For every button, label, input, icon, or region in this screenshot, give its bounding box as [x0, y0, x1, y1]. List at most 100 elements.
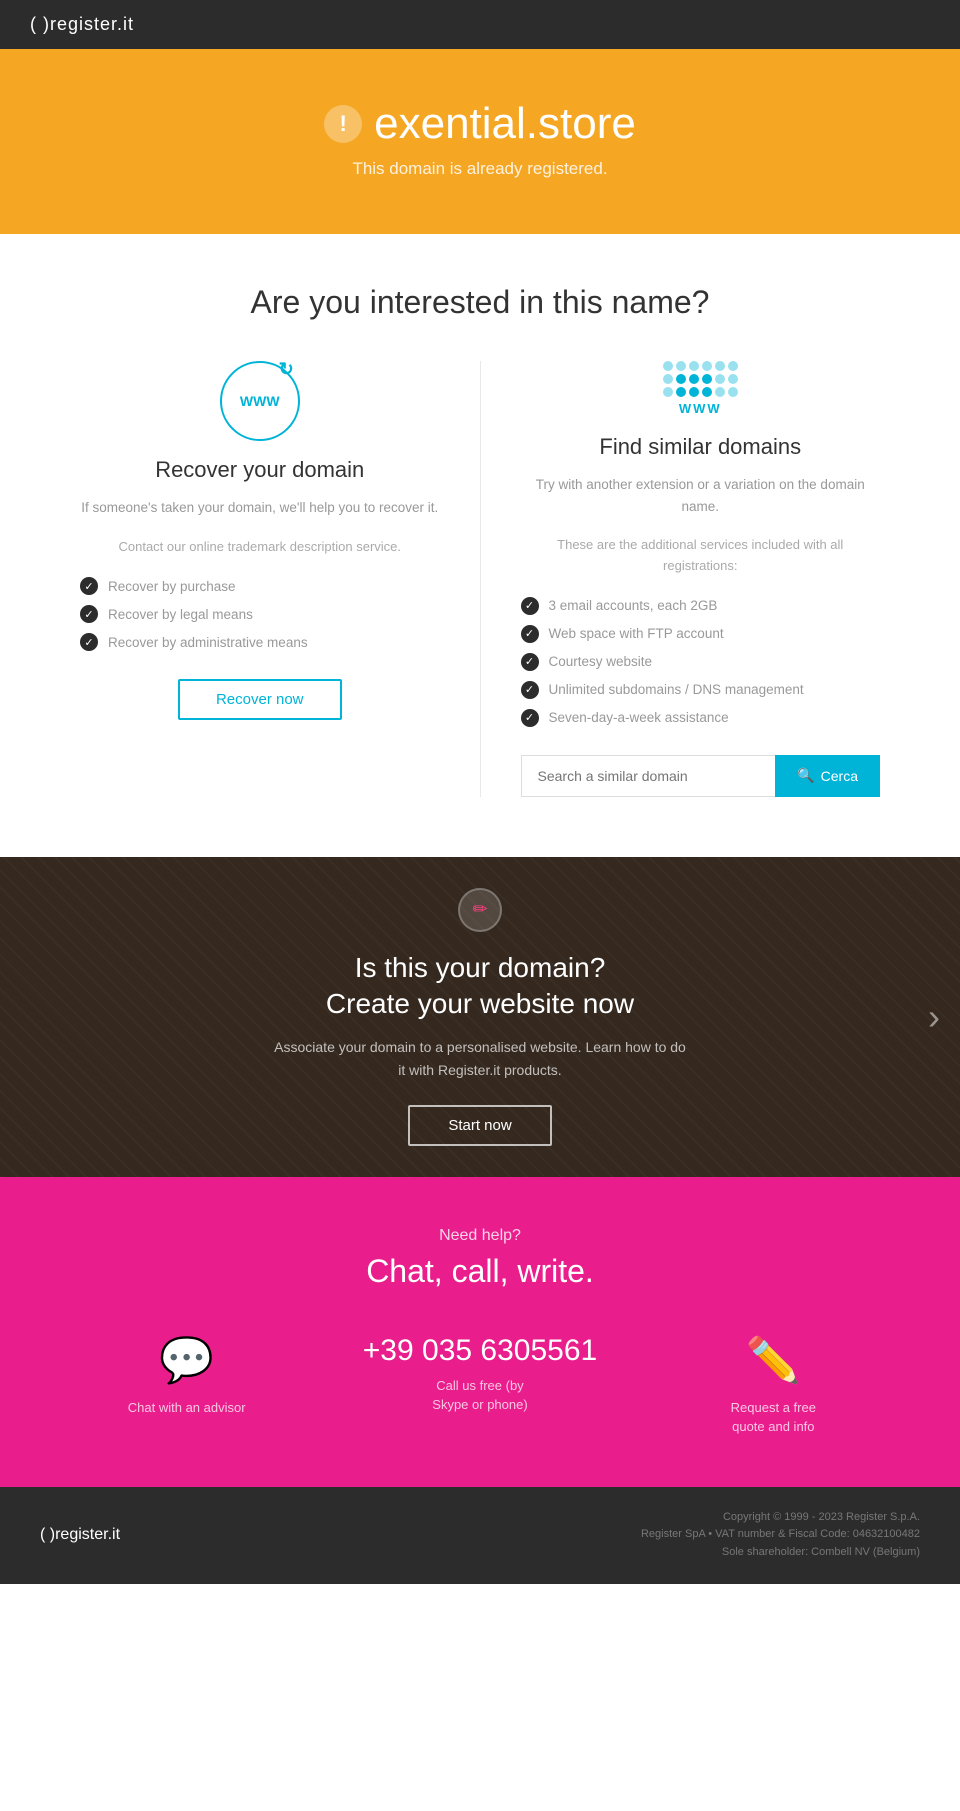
similar-item-3: Courtesy website — [549, 654, 653, 669]
footer-copy1: Copyright © 1999 - 2023 Register S.p.A. — [641, 1509, 920, 1527]
dot — [728, 387, 738, 397]
check-icon: ✓ — [80, 633, 98, 651]
help-title: Chat, call, write. — [40, 1253, 920, 1290]
dot — [728, 361, 738, 371]
list-item: ✓ Seven-day-a-week assistance — [521, 709, 881, 727]
recover-icon-area: WWW — [80, 361, 440, 441]
similar-icon-area: WWW — [521, 361, 881, 418]
similar-item-2: Web space with FTP account — [549, 626, 724, 641]
help-columns: 💬 Chat with an advisor +39 035 6305561 C… — [40, 1334, 920, 1437]
recover-title: Recover your domain — [80, 457, 440, 483]
grid-dots — [663, 361, 738, 397]
similar-desc2: These are the additional services includ… — [521, 535, 881, 577]
check-icon: ✓ — [521, 709, 539, 727]
dot — [689, 387, 699, 397]
dark-title: Is this your domain? Create your website… — [270, 950, 690, 1023]
list-item: ✓ Recover by purchase — [80, 577, 440, 595]
similar-desc: Try with another extension or a variatio… — [521, 474, 881, 517]
start-now-button[interactable]: Start now — [408, 1105, 551, 1146]
footer-copyright: Copyright © 1999 - 2023 Register S.p.A. … — [641, 1509, 920, 1562]
www-circle-icon: WWW — [220, 361, 300, 441]
interested-heading: Are you interested in this name? — [40, 284, 920, 321]
dot — [689, 361, 699, 371]
recover-column: WWW Recover your domain If someone's tak… — [40, 361, 481, 797]
recover-checklist: ✓ Recover by purchase ✓ Recover by legal… — [80, 577, 440, 651]
logo: ( )register.it — [30, 14, 134, 35]
check-icon: ✓ — [80, 605, 98, 623]
dot — [676, 374, 686, 384]
help-write-col: ✏️ Request a free quote and info — [627, 1334, 920, 1437]
recover-item-3: Recover by administrative means — [108, 635, 308, 650]
list-item: ✓ Web space with FTP account — [521, 625, 881, 643]
top-bar: ( )register.it — [0, 0, 960, 49]
recover-item-1: Recover by purchase — [108, 579, 236, 594]
check-icon: ✓ — [80, 577, 98, 595]
list-item: ✓ 3 email accounts, each 2GB — [521, 597, 881, 615]
domain-search-input[interactable] — [521, 755, 776, 797]
hero-domain-title: ! exential.store — [20, 99, 940, 149]
search-button-label: Cerca — [821, 768, 858, 784]
dot — [702, 361, 712, 371]
dot — [702, 374, 712, 384]
grid-www-label: WWW — [663, 401, 738, 416]
chat-icon: 💬 — [159, 1334, 214, 1386]
dot — [702, 387, 712, 397]
dot — [728, 374, 738, 384]
domain-name: exential.store — [374, 99, 636, 149]
list-item: ✓ Unlimited subdomains / DNS management — [521, 681, 881, 699]
dot — [663, 374, 673, 384]
check-icon: ✓ — [521, 597, 539, 615]
phone-number[interactable]: +39 035 6305561 — [363, 1334, 597, 1368]
recover-item-2: Recover by legal means — [108, 607, 253, 622]
hero-banner: ! exential.store This domain is already … — [0, 49, 960, 234]
check-icon: ✓ — [521, 653, 539, 671]
dark-content: ✏ Is this your domain? Create your websi… — [270, 888, 690, 1147]
help-phone-col: +39 035 6305561 Call us free (by Skype o… — [333, 1334, 626, 1415]
check-icon: ✓ — [521, 681, 539, 699]
domain-search-row: 🔍 Cerca — [521, 755, 881, 797]
footer-copy2: Register SpA • VAT number & Fiscal Code:… — [641, 1526, 920, 1544]
similar-column: WWW Find similar domains Try with anothe… — [481, 361, 921, 797]
help-chat-col: 💬 Chat with an advisor — [40, 1334, 333, 1418]
dot — [715, 387, 725, 397]
recover-now-button[interactable]: Recover now — [178, 679, 342, 720]
help-pre: Need help? — [40, 1227, 920, 1245]
dot — [715, 361, 725, 371]
exclamation-icon: ! — [324, 105, 362, 143]
dot — [663, 361, 673, 371]
similar-checklist: ✓ 3 email accounts, each 2GB ✓ Web space… — [521, 597, 881, 727]
grid-icon: WWW — [663, 361, 738, 416]
footer-logo: ( )register.it — [40, 1526, 120, 1544]
help-section: Need help? Chat, call, write. 💬 Chat wit… — [0, 1177, 960, 1487]
chat-label: Chat with an advisor — [128, 1398, 246, 1418]
search-button[interactable]: 🔍 Cerca — [775, 755, 880, 797]
dark-subtitle: Associate your domain to a personalised … — [270, 1036, 690, 1081]
recover-desc2: Contact our online trademark description… — [80, 537, 440, 558]
dot — [676, 361, 686, 371]
footer-copy3: Sole shareholder: Combell NV (Belgium) — [641, 1544, 920, 1562]
pencil-icon: ✏ — [458, 888, 502, 932]
similar-item-5: Seven-day-a-week assistance — [549, 710, 729, 725]
write-label: Request a free quote and info — [731, 1398, 816, 1437]
dot — [663, 387, 673, 397]
two-col-layout: WWW Recover your domain If someone's tak… — [40, 361, 920, 797]
dot — [676, 387, 686, 397]
www-label: WWW — [240, 393, 280, 409]
dot — [689, 374, 699, 384]
arrow-right-icon[interactable]: › — [928, 996, 940, 1038]
footer: ( )register.it Copyright © 1999 - 2023 R… — [0, 1487, 960, 1584]
dot — [715, 374, 725, 384]
call-label: Call us free (by Skype or phone) — [432, 1376, 527, 1415]
list-item: ✓ Courtesy website — [521, 653, 881, 671]
check-icon: ✓ — [521, 625, 539, 643]
write-icon: ✏️ — [746, 1334, 801, 1386]
similar-item-1: 3 email accounts, each 2GB — [549, 598, 718, 613]
list-item: ✓ Recover by legal means — [80, 605, 440, 623]
list-item: ✓ Recover by administrative means — [80, 633, 440, 651]
recover-desc: If someone's taken your domain, we'll he… — [80, 497, 440, 519]
search-icon: 🔍 — [797, 767, 814, 784]
similar-title: Find similar domains — [521, 434, 881, 460]
dark-section: ✏ Is this your domain? Create your websi… — [0, 857, 960, 1177]
main-section: Are you interested in this name? WWW Rec… — [0, 234, 960, 857]
hero-subtitle: This domain is already registered. — [20, 159, 940, 179]
